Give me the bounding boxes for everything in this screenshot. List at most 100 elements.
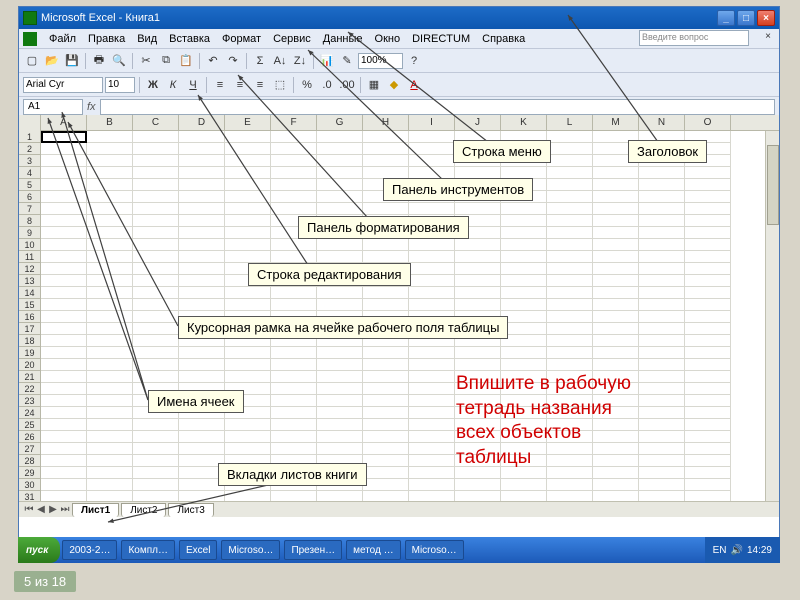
font-color-icon[interactable]: A [405, 76, 423, 94]
help-search-input[interactable]: Введите вопрос [639, 30, 749, 46]
cell[interactable] [363, 251, 409, 263]
column-header[interactable]: K [501, 115, 547, 130]
cell[interactable] [547, 239, 593, 251]
cell[interactable] [501, 491, 547, 501]
save-icon[interactable]: 💾 [63, 52, 81, 70]
cell[interactable] [133, 275, 179, 287]
cell[interactable] [271, 491, 317, 501]
column-header[interactable]: M [593, 115, 639, 130]
cell[interactable] [133, 131, 179, 143]
cell[interactable] [409, 407, 455, 419]
cell[interactable] [685, 191, 731, 203]
cell[interactable] [455, 251, 501, 263]
cell[interactable] [409, 431, 455, 443]
cell[interactable] [639, 275, 685, 287]
cell[interactable] [409, 479, 455, 491]
cell[interactable] [87, 479, 133, 491]
cell[interactable] [639, 215, 685, 227]
cell[interactable] [317, 239, 363, 251]
cell[interactable] [41, 263, 87, 275]
cell[interactable] [639, 191, 685, 203]
cell[interactable] [225, 347, 271, 359]
cell[interactable] [41, 203, 87, 215]
cell[interactable] [41, 251, 87, 263]
cell[interactable] [501, 287, 547, 299]
cell[interactable] [271, 251, 317, 263]
cell[interactable] [409, 263, 455, 275]
cell[interactable] [317, 287, 363, 299]
cell[interactable] [179, 491, 225, 501]
row-header[interactable]: 19 [19, 347, 41, 359]
cell[interactable] [547, 347, 593, 359]
cell[interactable] [363, 203, 409, 215]
cell[interactable] [271, 407, 317, 419]
row-header[interactable]: 21 [19, 371, 41, 383]
cell[interactable] [41, 407, 87, 419]
cell[interactable] [409, 131, 455, 143]
cell[interactable] [317, 407, 363, 419]
cell[interactable] [179, 227, 225, 239]
cell[interactable] [639, 167, 685, 179]
cell[interactable] [409, 371, 455, 383]
align-right-icon[interactable]: ≡ [251, 76, 269, 94]
cell[interactable] [547, 179, 593, 191]
cell[interactable] [501, 251, 547, 263]
cell[interactable] [685, 167, 731, 179]
cell[interactable] [363, 347, 409, 359]
new-icon[interactable]: ▢ [23, 52, 41, 70]
cell[interactable] [639, 359, 685, 371]
row-header[interactable]: 25 [19, 419, 41, 431]
align-center-icon[interactable]: ≡ [231, 76, 249, 94]
cell[interactable] [501, 479, 547, 491]
cell[interactable] [593, 491, 639, 501]
cell[interactable] [317, 491, 363, 501]
cell[interactable] [87, 323, 133, 335]
cell[interactable] [409, 239, 455, 251]
cell[interactable] [363, 455, 409, 467]
row-header[interactable]: 26 [19, 431, 41, 443]
cell[interactable] [271, 299, 317, 311]
cell[interactable] [639, 179, 685, 191]
cell[interactable] [593, 359, 639, 371]
task-item[interactable]: Excel [179, 540, 217, 560]
tab-next-icon[interactable]: ▶ [47, 504, 59, 515]
cell[interactable] [271, 359, 317, 371]
cell[interactable] [409, 491, 455, 501]
tray-icon[interactable]: 🔊 [731, 545, 743, 556]
cell[interactable] [363, 443, 409, 455]
menu-data[interactable]: Данные [317, 31, 369, 47]
cell[interactable] [41, 299, 87, 311]
cell[interactable] [593, 215, 639, 227]
cell[interactable] [179, 287, 225, 299]
cell[interactable] [685, 239, 731, 251]
chart-icon[interactable]: 📊 [318, 52, 336, 70]
cell[interactable] [225, 215, 271, 227]
cell[interactable] [501, 203, 547, 215]
cell[interactable] [363, 155, 409, 167]
cell[interactable] [179, 131, 225, 143]
cell[interactable] [593, 335, 639, 347]
cell[interactable] [455, 347, 501, 359]
cell[interactable] [317, 443, 363, 455]
horizontal-scrollbar[interactable] [215, 502, 779, 517]
formula-input[interactable] [100, 99, 775, 115]
cell[interactable] [133, 419, 179, 431]
cell[interactable] [317, 347, 363, 359]
cell[interactable] [133, 371, 179, 383]
column-header[interactable]: D [179, 115, 225, 130]
select-all-corner[interactable] [19, 115, 41, 131]
cell[interactable] [225, 203, 271, 215]
cell[interactable] [87, 359, 133, 371]
cell[interactable] [409, 455, 455, 467]
cell[interactable] [271, 395, 317, 407]
cell[interactable] [547, 155, 593, 167]
cell[interactable] [363, 395, 409, 407]
column-header[interactable]: I [409, 115, 455, 130]
underline-icon[interactable]: Ч [184, 76, 202, 94]
cell[interactable] [87, 347, 133, 359]
cell[interactable] [547, 131, 593, 143]
cell[interactable] [271, 371, 317, 383]
cell[interactable] [87, 311, 133, 323]
cell[interactable] [225, 299, 271, 311]
row-header[interactable]: 2 [19, 143, 41, 155]
